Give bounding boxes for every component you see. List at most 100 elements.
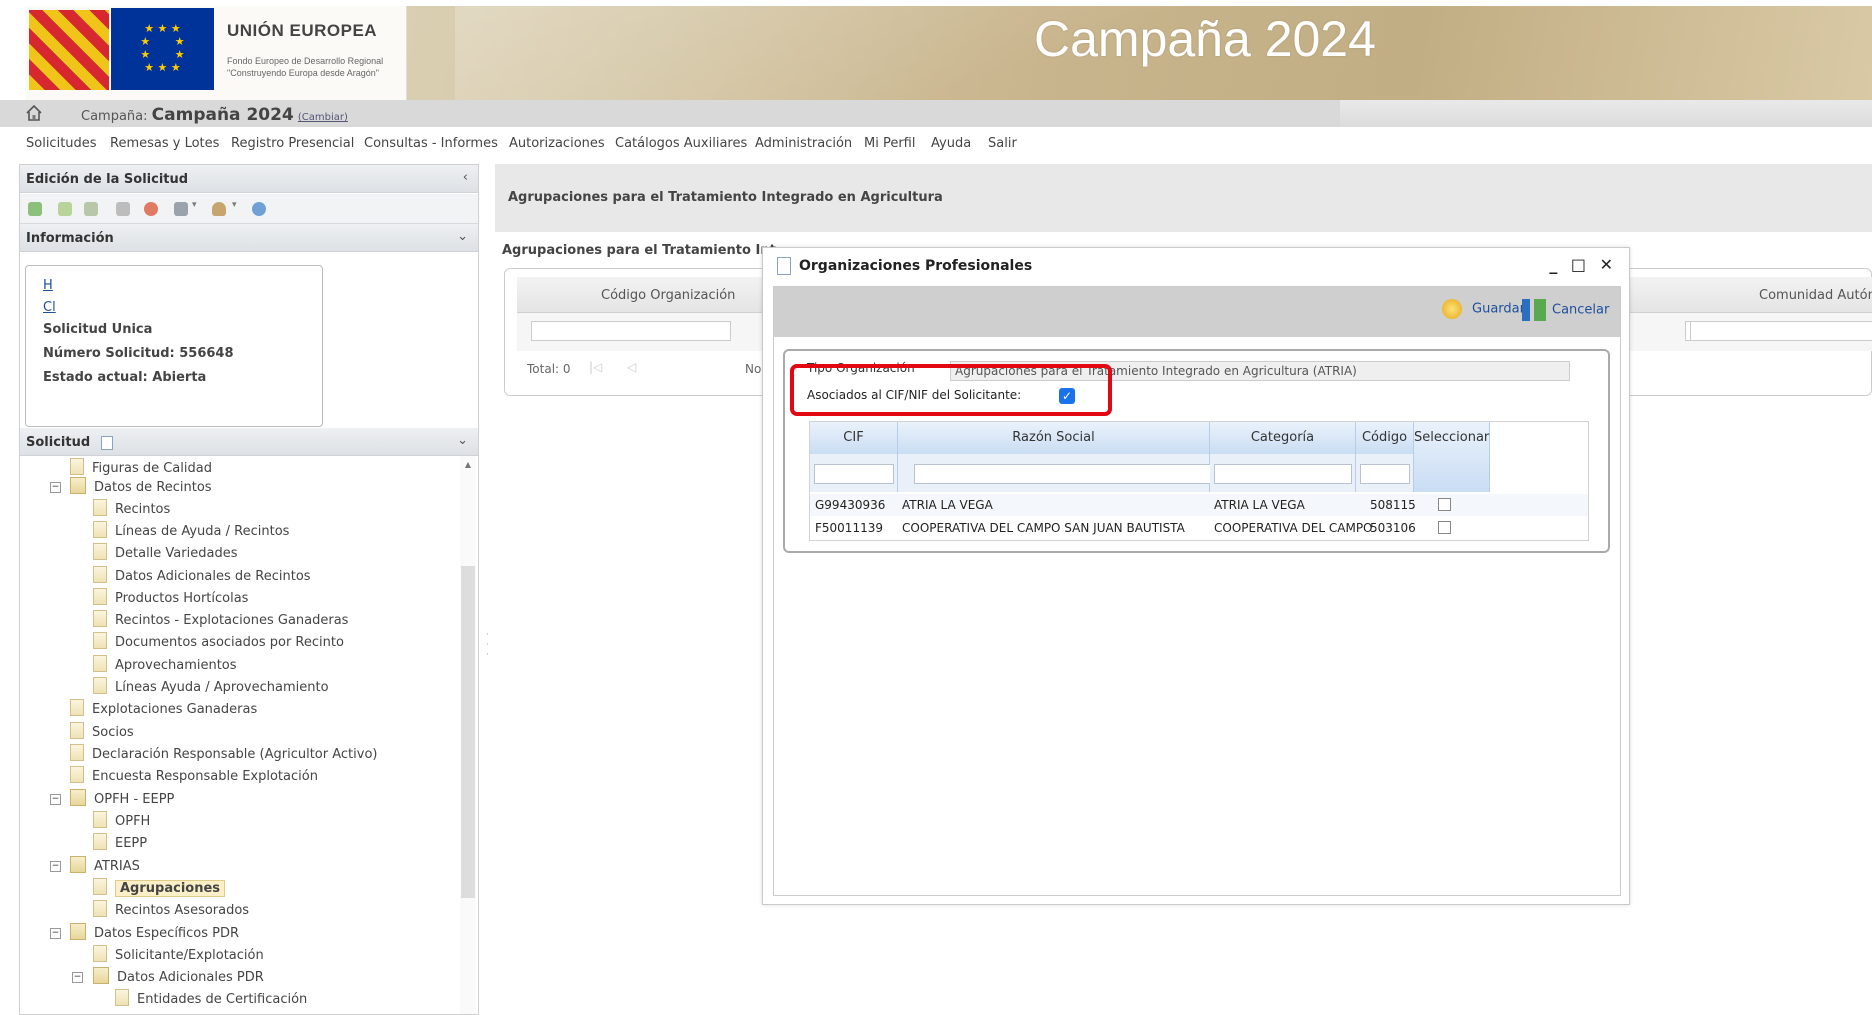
tree-item[interactable]: Aprovechamientos (93, 655, 237, 676)
tree-item[interactable]: Explotaciones Ganaderas (70, 699, 257, 720)
eu-logo-motto: "Construyendo Europa desde Aragón" (227, 68, 379, 78)
tree-item[interactable]: Datos Adicionales de Recintos (93, 566, 311, 587)
validate-icon[interactable] (58, 202, 72, 216)
prev-page-icon[interactable]: ◁ (627, 360, 636, 374)
document-icon (100, 435, 113, 450)
eu-logo-subtitle: Fondo Europeo de Desarrollo Regional (227, 56, 384, 66)
tree-item[interactable]: Documentos asociados por Recinto (93, 632, 344, 653)
menu-catalogos[interactable]: Catálogos Auxiliares (615, 136, 747, 151)
change-campaign-link[interactable]: (Cambiar) (298, 112, 348, 123)
menu-ayuda[interactable]: Ayuda (931, 136, 971, 151)
razon-social-filter-input[interactable] (914, 464, 1212, 484)
tree-item[interactable]: EEPP (93, 833, 147, 854)
tree-item[interactable]: Figuras de Calidad (70, 458, 212, 479)
categoria-filter-input[interactable] (1214, 464, 1352, 484)
chevron-down-icon[interactable]: ⌄ (457, 433, 468, 448)
tree-item[interactable]: OPFH (93, 811, 150, 832)
tree-folder[interactable]: ATRIAS (70, 856, 140, 877)
document-icon (70, 699, 84, 716)
tree-item[interactable]: Líneas Ayuda / Aprovechamiento (93, 677, 329, 698)
column-header-razon-social[interactable]: Razón Social (898, 422, 1210, 454)
save-button[interactable]: Guardar (1442, 299, 1525, 323)
collapse-icon[interactable]: − (50, 928, 61, 939)
campaign-title: Campaña 2024 (1034, 11, 1376, 67)
filter-input[interactable] (1690, 321, 1872, 341)
panel-title: Edición de la Solicitud (26, 172, 189, 187)
chevron-down-icon[interactable]: ▾ (232, 200, 240, 214)
edit-icon[interactable] (174, 202, 188, 216)
main-title: Agrupaciones para el Tratamiento Integra… (508, 190, 943, 205)
tree-item[interactable]: Productos Hortícolas (93, 588, 248, 609)
organizaciones-grid: CIF Razón Social Categoría Código Selecc… (809, 421, 1589, 541)
table-row[interactable]: G99430936 ATRIA LA VEGA ATRIA LA VEGA 50… (810, 494, 1588, 516)
info-link[interactable]: H (43, 278, 53, 293)
window-controls[interactable]: _ □ ✕ (1549, 255, 1617, 274)
column-header-codigo[interactable]: Código (1356, 422, 1414, 454)
user-icon[interactable] (212, 202, 226, 216)
chevron-down-icon[interactable]: ⌄ (457, 229, 468, 244)
tree-scroll-thumb[interactable] (461, 566, 475, 898)
tree-item[interactable]: Declaración Responsable (Agricultor Acti… (70, 744, 377, 765)
menu-salir[interactable]: Salir (988, 136, 1017, 151)
collapse-left-icon[interactable]: ‹ (463, 170, 468, 185)
tree-item[interactable]: Socios (70, 722, 134, 743)
tree-item[interactable]: Recintos Asesorados (93, 900, 249, 921)
menu-solicitudes[interactable]: Solicitudes (26, 136, 97, 151)
tree-folder[interactable]: Datos Específicos PDR (70, 923, 239, 944)
add-icon[interactable] (28, 202, 42, 216)
cif-filter-input[interactable] (814, 464, 894, 484)
filter-input[interactable] (531, 321, 731, 341)
panel-title: Solicitud (26, 435, 91, 450)
sign-icon[interactable] (84, 202, 98, 216)
collapse-icon[interactable]: − (50, 482, 61, 493)
info-link[interactable]: Cl (43, 300, 56, 315)
collapse-icon[interactable]: − (50, 794, 61, 805)
paging-info: No (745, 362, 762, 376)
delete-icon[interactable] (144, 202, 158, 216)
menu-autorizaciones[interactable]: Autorizaciones (509, 136, 605, 151)
codigo-filter-input[interactable] (1360, 464, 1410, 484)
menu-consultas-informes[interactable]: Consultas - Informes (364, 136, 498, 151)
save-icon (1442, 299, 1462, 319)
first-page-icon[interactable]: |◁ (589, 360, 602, 374)
menu-registro-presencial[interactable]: Registro Presencial (231, 136, 354, 151)
info-line: Solicitud Unica (43, 322, 153, 337)
tree-item-selected[interactable]: Agrupaciones (93, 878, 226, 899)
document-icon (93, 610, 107, 627)
tree-folder[interactable]: Datos de Recintos (70, 477, 212, 498)
table-row[interactable]: F50011139 COOPERATIVA DEL CAMPO SAN JUAN… (810, 517, 1588, 539)
column-header-categoria[interactable]: Categoría (1210, 422, 1356, 454)
solicitud-tree: Figuras de Calidad − Datos de Recintos R… (20, 456, 478, 1014)
column-header-cif[interactable]: CIF (810, 422, 898, 454)
collapse-icon[interactable]: − (50, 861, 61, 872)
select-checkbox[interactable] (1438, 521, 1451, 534)
menu-mi-perfil[interactable]: Mi Perfil (864, 136, 915, 151)
tree-item[interactable]: Recintos (93, 499, 170, 520)
chevron-down-icon[interactable]: ▾ (192, 200, 200, 214)
tree-item[interactable]: Solicitante/Explotación (93, 945, 264, 966)
tree-folder[interactable]: Datos Adicionales PDR (93, 967, 264, 988)
edit-toolbar: ▾ ▾ (20, 194, 478, 224)
document-icon (93, 900, 107, 917)
section-title: Agrupaciones para el Tratamiento Int (502, 243, 776, 258)
tree-item[interactable]: Recintos - Explotaciones Ganaderas (93, 610, 348, 631)
select-checkbox[interactable] (1438, 498, 1451, 511)
folder-icon (93, 967, 109, 984)
column-header[interactable]: Código Organización (601, 288, 735, 303)
panel-resize-handle[interactable]: · · · (486, 630, 492, 670)
menu-administracion[interactable]: Administración (755, 136, 852, 151)
collapse-icon[interactable]: − (72, 972, 83, 983)
cancel-button[interactable]: Cancelar (1522, 299, 1609, 323)
column-header[interactable]: Comunidad Autóno (1759, 288, 1872, 303)
tree-item[interactable]: Entidades de Certificación (115, 989, 307, 1010)
column-header-seleccionar[interactable]: Seleccionar (1414, 422, 1490, 492)
tree-item[interactable]: Encuesta Responsable Explotación (70, 766, 318, 787)
tree-folder[interactable]: OPFH - EEPP (70, 789, 174, 810)
tree-item[interactable]: Líneas de Ayuda / Recintos (93, 521, 289, 542)
home-icon[interactable] (25, 104, 43, 122)
print-icon[interactable] (116, 202, 130, 216)
panel-header-edicion: Edición de la Solicitud ‹ (20, 165, 478, 193)
tree-item[interactable]: Detalle Variedades (93, 543, 237, 564)
menu-remesas[interactable]: Remesas y Lotes (110, 136, 219, 151)
info-icon[interactable] (252, 202, 266, 216)
